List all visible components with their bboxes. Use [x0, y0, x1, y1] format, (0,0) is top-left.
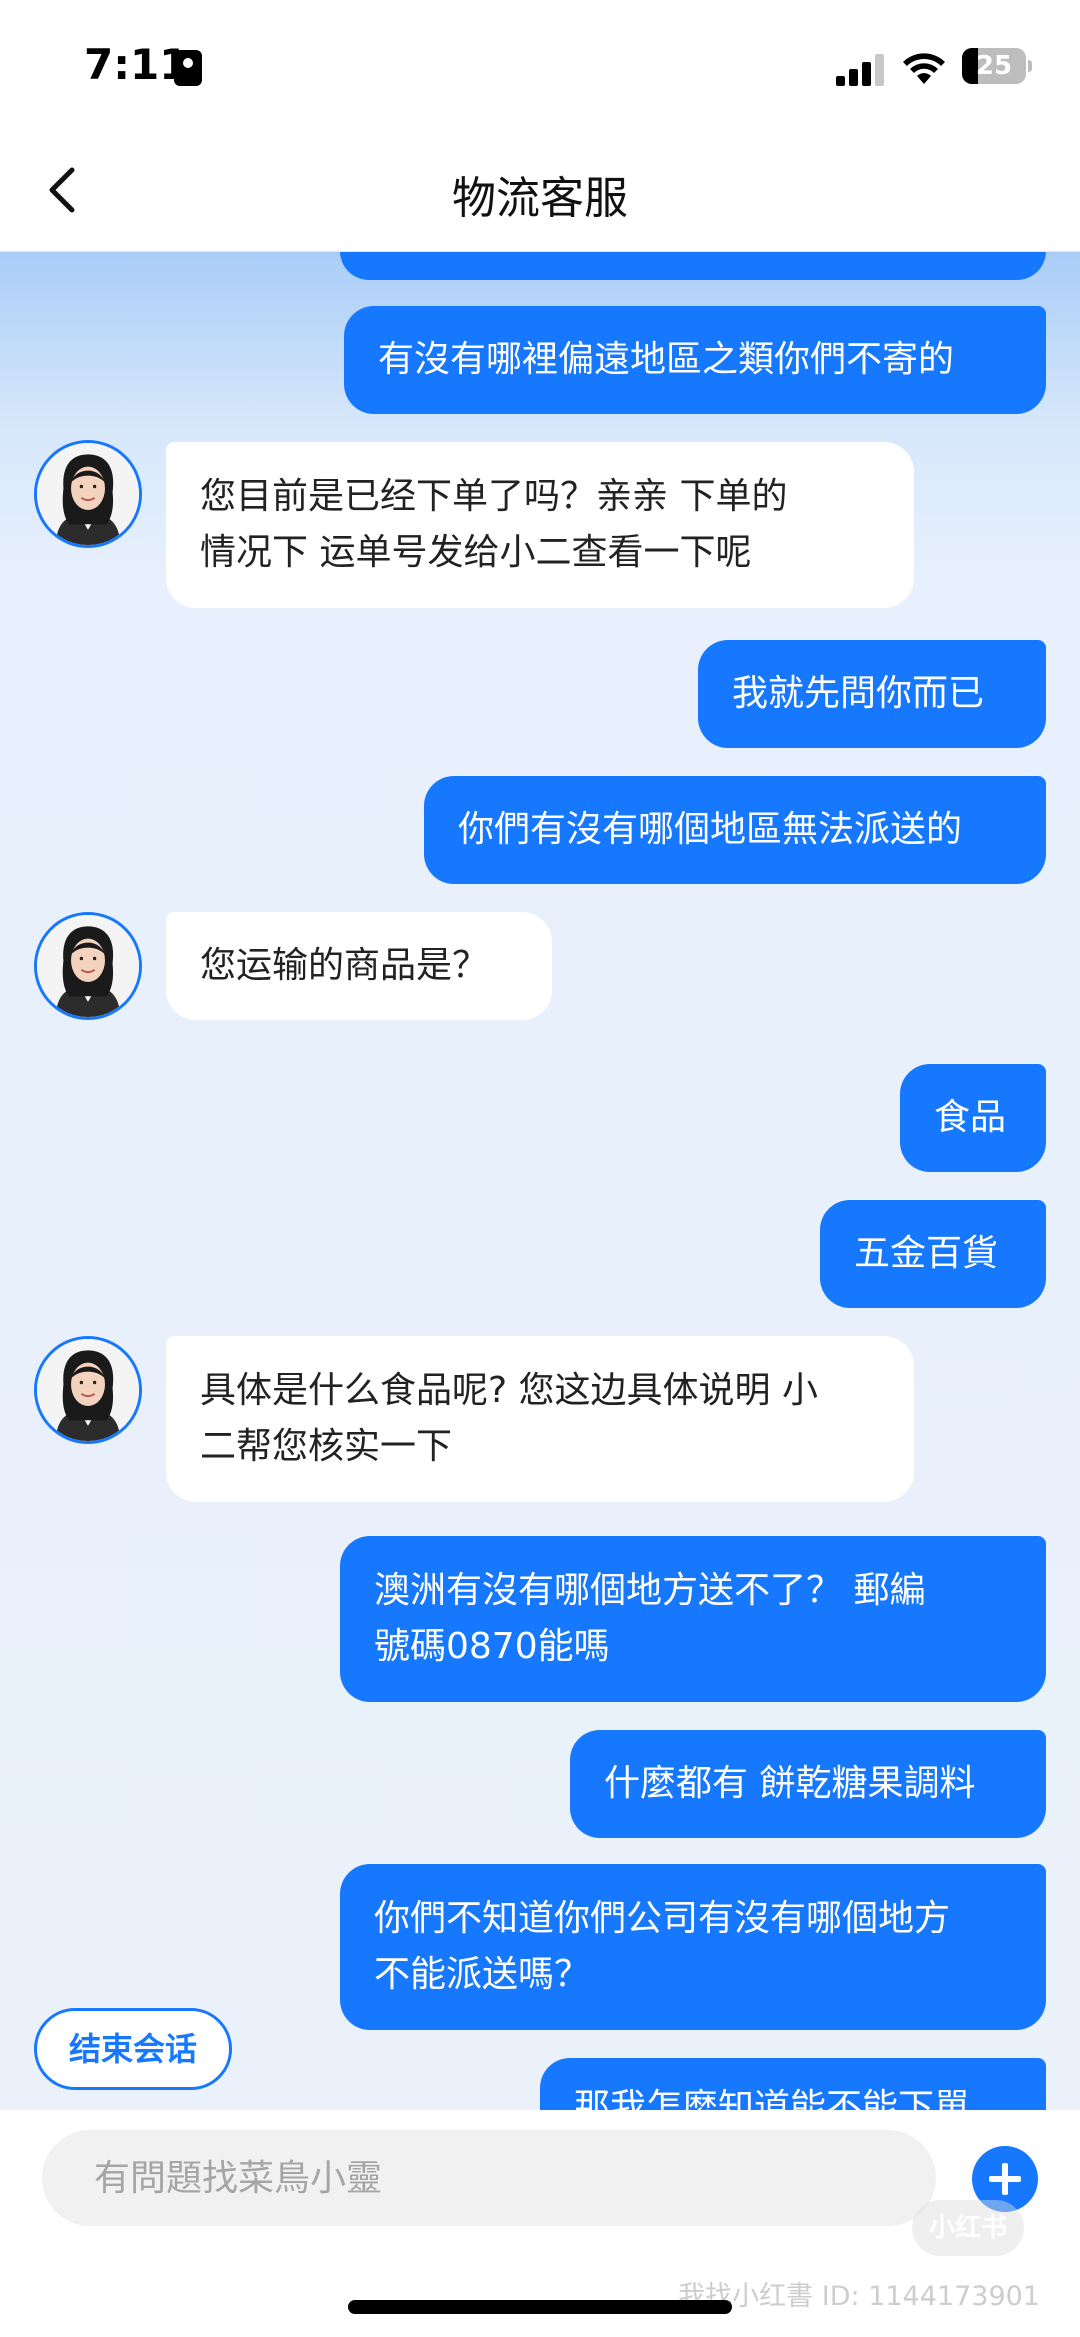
message-text-line: 不能派送嗎？: [374, 1954, 591, 1995]
focus-badge-icon: [174, 50, 202, 86]
watermark-text: 我找小红書 ID: 1144173901: [678, 2281, 1040, 2312]
message-bubble-user: 食品: [900, 1064, 1046, 1172]
nav-bar: 物流客服: [0, 130, 1080, 252]
message-text-line: 號碼0870能嗎: [374, 1626, 610, 1667]
status-bar: 7:11 25: [0, 0, 1080, 130]
battery-tip: [1028, 60, 1032, 72]
message-text-line: 情况下 运单号发给小二查看一下呢: [200, 532, 752, 573]
cellular-signal-icon: [836, 54, 886, 86]
end-session-button[interactable]: 结束会话: [34, 2008, 232, 2090]
message-bubble-agent: 具体是什么食品呢? 您这边具体说明 小 二帮您核实一下: [166, 1336, 914, 1502]
message-bubble-user: 你們有沒有哪個地區無法派送的: [424, 776, 1046, 884]
message-text: 食品: [934, 1097, 1007, 1138]
message-text-line: 澳洲有沒有哪個地方送不了？ 郵編: [374, 1570, 926, 1611]
page-title: 物流客服: [452, 173, 628, 224]
home-indicator[interactable]: [348, 2300, 732, 2314]
message-text: 五金百貨: [854, 1233, 999, 1274]
status-time: 7:11: [84, 40, 189, 89]
message-text-line: 你們不知道你們公司有沒有哪個地方: [374, 1898, 951, 1939]
message-text-line: 具体是什么食品呢? 您这边具体说明 小: [200, 1370, 818, 1411]
agent-avatar: [34, 912, 142, 1020]
battery-icon: 25: [962, 48, 1026, 84]
message-bubble-user: 澳洲有沒有哪個地方送不了？ 郵編 號碼0870能嗎: [340, 1536, 1046, 1702]
message-bubble-agent: 您运输的商品是？: [166, 912, 552, 1020]
battery-level: 25: [975, 51, 1013, 81]
message-text: 那我怎麼知道能不能下單: [574, 2087, 971, 2110]
wifi-icon: [903, 53, 945, 84]
message-bubble-user: 我就先問你而已: [698, 640, 1046, 748]
message-bubble-user: 什麼都有 餅乾糖果調料: [570, 1730, 1046, 1838]
message-input[interactable]: [42, 2130, 936, 2226]
message-bubble-user: [340, 252, 1046, 280]
message-text: 有沒有哪裡偏遠地區之類你們不寄的: [378, 339, 955, 380]
message-text-line: 二帮您核实一下: [200, 1426, 453, 1467]
message-text: 你們有沒有哪個地區無法派送的: [458, 809, 963, 850]
message-text: 我就先問你而已: [732, 673, 985, 714]
message-text: 什麼都有 餅乾糖果調料: [604, 1763, 976, 1804]
agent-avatar: [34, 440, 142, 548]
message-bubble-user: 五金百貨: [820, 1200, 1046, 1308]
input-bar: 小红书 我找小红書 ID: 1144173901: [0, 2110, 1080, 2337]
watermark-logo: 小红书: [912, 2200, 1024, 2256]
chat-history[interactable]: 有沒有哪裡偏遠地區之類你們不寄的 您目前是已经下单了吗？亲亲 下单的 情况下 运…: [0, 252, 1080, 2110]
message-bubble-user: 那我怎麼知道能不能下單: [540, 2058, 1046, 2110]
agent-avatar: [34, 1336, 142, 1444]
message-bubble-user: 你們不知道你們公司有沒有哪個地方 不能派送嗎？: [340, 1864, 1046, 2030]
message-bubble-agent: 您目前是已经下单了吗？亲亲 下单的 情况下 运单号发给小二查看一下呢: [166, 442, 914, 608]
message-text-line: 您目前是已经下单了吗？亲亲 下单的: [200, 476, 788, 517]
message-bubble-user: 有沒有哪裡偏遠地區之類你們不寄的: [344, 306, 1046, 414]
message-text: 您运输的商品是？: [200, 945, 489, 986]
